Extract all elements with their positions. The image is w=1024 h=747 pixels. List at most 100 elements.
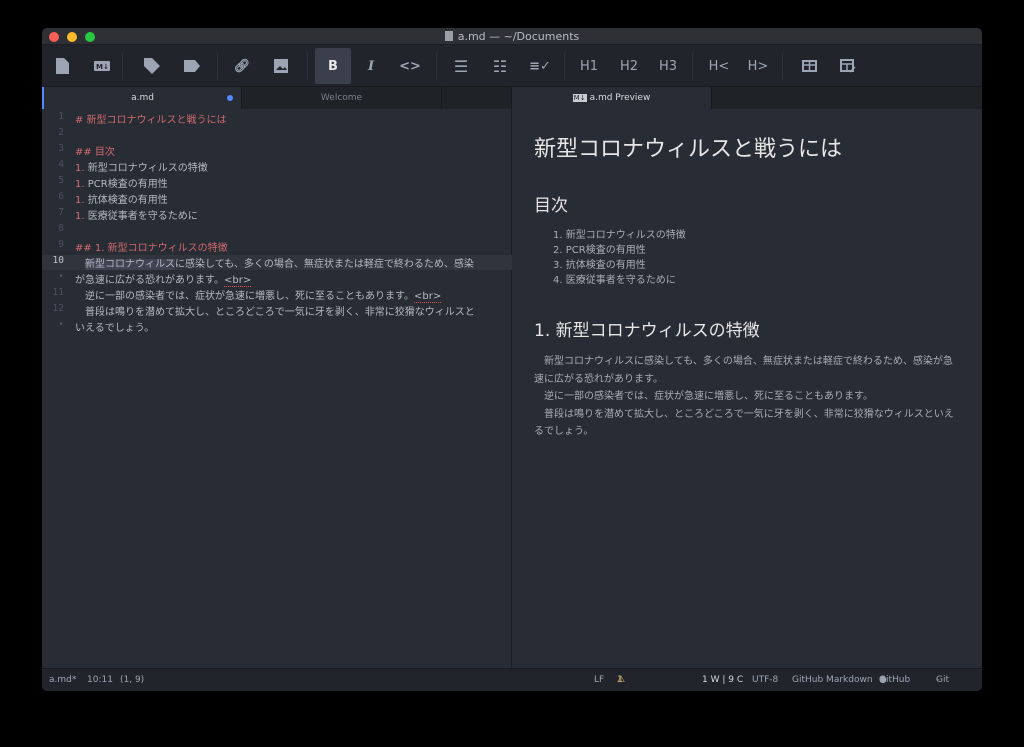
selected-text: 新型コロナウィルス xyxy=(85,259,175,270)
h1-button[interactable]: H1 xyxy=(571,48,607,84)
tab-welcome[interactable]: Welcome xyxy=(242,87,442,109)
line-text: が急速に広がる恐れがあります。 xyxy=(75,275,224,286)
line-text: いえるでしょう。 xyxy=(75,323,155,334)
table-icon[interactable] xyxy=(791,48,827,84)
code-line[interactable]: 1. 新型コロナウィルスの特徴 xyxy=(75,159,208,174)
status-encoding[interactable]: UTF-8 xyxy=(752,669,778,691)
tag-icon[interactable] xyxy=(134,48,170,84)
minimize-button[interactable] xyxy=(67,32,77,42)
line-text: 普段は鳴りを潜めて拡大し、ところどころで一気に牙を剥く、非常に狡猾なウィルスと xyxy=(75,307,475,318)
label-icon[interactable] xyxy=(174,48,210,84)
code-line[interactable]: いえるでしょう。 xyxy=(75,319,154,334)
word-count: 1 W | 9 C xyxy=(702,675,744,685)
line-number: 10 xyxy=(52,255,64,266)
format-table-icon[interactable] xyxy=(830,48,866,84)
toc-item: 4. 医療従事者を守るために xyxy=(553,275,676,286)
preview-h1: 新型コロナウィルスと戦うには xyxy=(534,137,843,162)
status-bar: a.md* 10:11 (1, 9) LF ⚠ 1 deprecation 1 … xyxy=(42,668,982,691)
task-list-icon[interactable]: ≡✓ xyxy=(522,48,558,84)
status-cursor[interactable]: (1, 9) xyxy=(120,669,144,691)
h2-button[interactable]: H2 xyxy=(611,48,647,84)
list-marker: 1. xyxy=(75,179,85,190)
preview-h2-toc: 目次 xyxy=(534,196,568,216)
line-text: 医療従事者を守るために xyxy=(87,211,198,222)
status-file[interactable]: a.md* xyxy=(49,669,76,691)
markdown-editor[interactable]: 1 # 新型コロナウィルスと戦うには 2 3 ## 目次 4 1. 新型コロナウィルスの特徴… xyxy=(42,109,512,668)
code-line[interactable]: ## 目次 xyxy=(75,143,115,158)
code-line[interactable]: 普段は鳴りを潜めて拡大し、ところどころで一気に牙を剥く、非常に狡猾なウィルスと xyxy=(75,303,475,318)
list-marker: 1. xyxy=(75,195,85,206)
tab-label: a.md Preview xyxy=(589,93,651,103)
paragraph-line: 新型コロナウィルスに感染しても、多くの場合、無症状または軽症で終わるため、感染が… xyxy=(534,356,953,385)
preview-h2-section: 1. 新型コロナウィルスの特徴 xyxy=(534,321,760,341)
paragraph-line: 逆に一部の感染者では、症状が急速に増悪し、死に至ることもあります。 xyxy=(534,391,873,402)
numbered-list-icon[interactable]: ☷ xyxy=(482,48,518,84)
line-number: 7 xyxy=(58,207,64,218)
list-marker: 1. xyxy=(75,211,85,222)
line-number: 11 xyxy=(52,287,64,298)
link-icon[interactable]: 🔗︎ xyxy=(224,48,260,84)
line-number: • xyxy=(58,271,64,282)
code-line[interactable]: が急速に広がる恐れがあります。<br> xyxy=(75,271,252,287)
br-tag: <br> xyxy=(224,275,252,287)
line-text: ## 1. 新型コロナウィルスの特徴 xyxy=(75,243,228,254)
tab-bar: a.md Welcome M↓ a.md Preview xyxy=(42,87,982,109)
line-text: ## 目次 xyxy=(75,147,115,158)
editor-window: a.md — ~/Documents M↓ 🔗︎ B I <> ☰ ☷ ≡✓ H… xyxy=(42,28,982,691)
line-number: • xyxy=(58,319,64,330)
toc-item: 1. 新型コロナウィルスの特徴 xyxy=(553,230,686,241)
italic-button[interactable]: I xyxy=(353,48,389,84)
line-number: 8 xyxy=(58,223,64,234)
line-number: 12 xyxy=(52,303,64,314)
title-bar: a.md — ~/Documents xyxy=(42,28,982,45)
line-number: 4 xyxy=(58,159,64,170)
code-line[interactable]: 1. 抗体検査の有用性 xyxy=(75,191,168,206)
tab-preview[interactable]: M↓ a.md Preview xyxy=(512,87,712,109)
document-icon xyxy=(444,31,453,41)
tab-a-md[interactable]: a.md xyxy=(42,87,242,109)
line-number: 2 xyxy=(58,127,64,138)
code-line[interactable]: ## 1. 新型コロナウィルスの特徴 xyxy=(75,239,228,254)
br-tag: <br> xyxy=(414,291,442,303)
code-button[interactable]: <> xyxy=(392,48,428,84)
line-text: 新型コロナウィルスの特徴 xyxy=(87,163,208,174)
zoom-button[interactable] xyxy=(85,32,95,42)
empty-tab-area xyxy=(442,87,512,109)
heading-increase-button[interactable]: H> xyxy=(740,48,776,84)
markdown-preview: 新型コロナウィルスと戦うには 目次 1. 新型コロナウィルスの特徴 2. PCR… xyxy=(512,109,982,668)
code-line[interactable]: 新型コロナウィルスに感染しても、多くの場合、無症状または軽症で終わるため、感染 xyxy=(42,255,512,270)
toolbar: M↓ 🔗︎ B I <> ☰ ☷ ≡✓ H1 H2 H3 H< H> xyxy=(42,45,982,87)
toc-item: 2. PCR検査の有用性 xyxy=(553,245,646,256)
markdown-icon[interactable]: M↓ xyxy=(84,48,120,84)
line-text: PCR検査の有用性 xyxy=(87,179,168,190)
code-line[interactable]: 逆に一部の感染者では、症状が急速に増悪し、死に至ることもあります。<br> xyxy=(75,287,442,303)
h3-button[interactable]: H3 xyxy=(650,48,686,84)
close-button[interactable] xyxy=(49,32,59,42)
line-number: 9 xyxy=(58,239,64,250)
list-marker: 1. xyxy=(75,163,85,174)
new-file-icon[interactable] xyxy=(44,48,80,84)
markdown-icon: M↓ xyxy=(572,94,587,102)
paragraph-line: 普段は鳴りを潜めて拡大し、ところどころで一気に牙を剥く、非常に狡猾なウィルスとい… xyxy=(534,408,954,438)
toc-list: 1. 新型コロナウィルスの特徴 2. PCR検査の有用性 3. 抗体検査の有用性… xyxy=(534,228,960,288)
line-text: # 新型コロナウィルスと戦うには xyxy=(75,115,227,126)
line-text: 抗体検査の有用性 xyxy=(87,195,168,206)
window-title: a.md — ~/Documents xyxy=(457,30,580,43)
line-number: 1 xyxy=(58,111,64,122)
code-line[interactable]: # 新型コロナウィルスと戦うには xyxy=(75,111,227,126)
line-number: 6 xyxy=(58,191,64,202)
line-number: 5 xyxy=(58,175,64,186)
code-line[interactable]: 1. 医療従事者を守るために xyxy=(75,207,198,222)
bullet-list-icon[interactable]: ☰ xyxy=(443,48,479,84)
bold-button[interactable]: B xyxy=(315,48,351,84)
status-time: 10:11 xyxy=(87,675,113,685)
line-text: に感染しても、多くの場合、無症状または軽症で終わるため、感染 xyxy=(175,259,474,270)
toc-item: 3. 抗体検査の有用性 xyxy=(553,260,646,271)
status-eol[interactable]: LF xyxy=(594,669,604,691)
line-number: 3 xyxy=(58,143,64,154)
code-line[interactable]: 1. PCR検査の有用性 xyxy=(75,175,168,190)
status-grammar[interactable]: GitHub Markdown xyxy=(792,669,873,691)
image-icon[interactable] xyxy=(263,48,299,84)
heading-decrease-button[interactable]: H< xyxy=(701,48,737,84)
tab-label: a.md xyxy=(131,93,154,103)
